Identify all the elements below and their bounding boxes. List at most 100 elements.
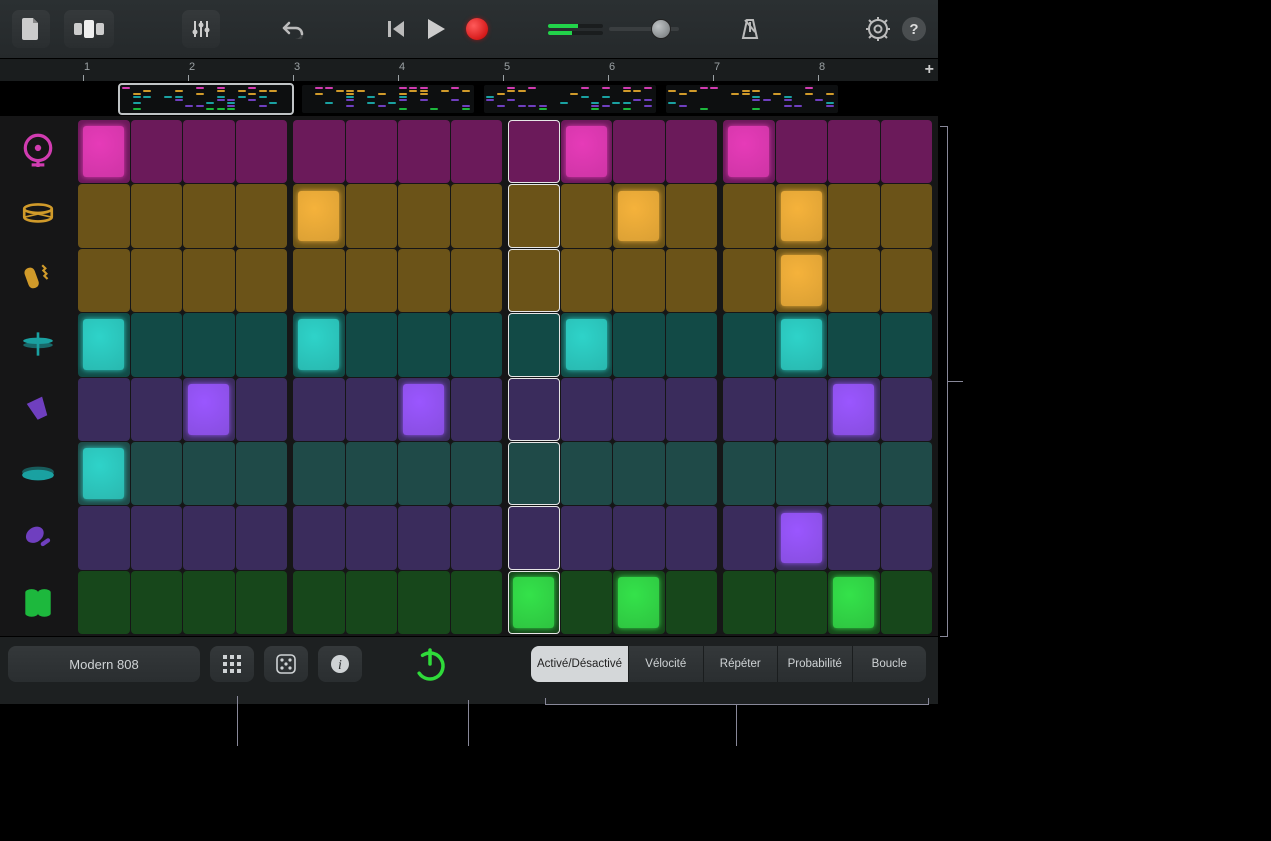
step-cell[interactable] bbox=[78, 378, 130, 441]
step-cell[interactable] bbox=[236, 184, 288, 247]
step-cell[interactable] bbox=[398, 378, 450, 441]
library-button[interactable] bbox=[12, 10, 50, 48]
step-cell[interactable] bbox=[508, 120, 560, 183]
step-cell[interactable] bbox=[776, 442, 828, 505]
step-cell[interactable] bbox=[131, 249, 183, 312]
step-cell[interactable] bbox=[561, 571, 613, 634]
step-cell[interactable] bbox=[346, 442, 398, 505]
step-cell[interactable] bbox=[723, 313, 775, 376]
power-button[interactable] bbox=[372, 644, 487, 684]
step-cell[interactable] bbox=[828, 120, 880, 183]
step-cell[interactable] bbox=[293, 313, 345, 376]
step-cell[interactable] bbox=[613, 313, 665, 376]
step-cell[interactable] bbox=[881, 313, 933, 376]
step-cell[interactable] bbox=[666, 378, 718, 441]
step-cell[interactable] bbox=[666, 506, 718, 569]
step-cell[interactable] bbox=[508, 249, 560, 312]
step-cell[interactable] bbox=[183, 249, 235, 312]
step-cell[interactable] bbox=[776, 506, 828, 569]
step-cell[interactable] bbox=[881, 249, 933, 312]
step-cell[interactable] bbox=[346, 506, 398, 569]
step-cell[interactable] bbox=[723, 120, 775, 183]
step-cell[interactable] bbox=[451, 378, 503, 441]
step-cell[interactable] bbox=[451, 184, 503, 247]
step-cell[interactable] bbox=[723, 184, 775, 247]
segment-1[interactable]: Vélocité bbox=[628, 646, 703, 682]
track-snare[interactable] bbox=[0, 181, 76, 246]
step-cell[interactable] bbox=[561, 313, 613, 376]
track-cowbell[interactable] bbox=[0, 376, 76, 441]
step-cell[interactable] bbox=[451, 120, 503, 183]
step-cell[interactable] bbox=[666, 571, 718, 634]
step-cell[interactable] bbox=[828, 378, 880, 441]
step-cell[interactable] bbox=[293, 184, 345, 247]
step-cell[interactable] bbox=[561, 506, 613, 569]
step-cell[interactable] bbox=[881, 378, 933, 441]
step-cell[interactable] bbox=[561, 378, 613, 441]
pattern-thumbnail[interactable] bbox=[666, 85, 838, 113]
step-cell[interactable] bbox=[236, 378, 288, 441]
step-cell[interactable] bbox=[183, 184, 235, 247]
step-cell[interactable] bbox=[293, 506, 345, 569]
step-cell[interactable] bbox=[508, 184, 560, 247]
step-cell[interactable] bbox=[776, 120, 828, 183]
record-button[interactable] bbox=[466, 18, 488, 40]
step-cell[interactable] bbox=[131, 378, 183, 441]
randomize-button[interactable] bbox=[264, 646, 308, 682]
track-clap[interactable] bbox=[0, 246, 76, 311]
step-cell[interactable] bbox=[398, 313, 450, 376]
step-cell[interactable] bbox=[346, 571, 398, 634]
segment-3[interactable]: Probabilité bbox=[777, 646, 852, 682]
step-cell[interactable] bbox=[183, 378, 235, 441]
step-cell[interactable] bbox=[776, 249, 828, 312]
step-cell[interactable] bbox=[236, 120, 288, 183]
step-cell[interactable] bbox=[881, 120, 933, 183]
step-cell[interactable] bbox=[561, 442, 613, 505]
segment-4[interactable]: Boucle bbox=[852, 646, 926, 682]
step-cell[interactable] bbox=[346, 313, 398, 376]
view-toggle-button[interactable] bbox=[64, 10, 114, 48]
step-cell[interactable] bbox=[508, 571, 560, 634]
step-cell[interactable] bbox=[398, 442, 450, 505]
preset-selector[interactable]: Modern 808 bbox=[8, 646, 200, 682]
step-cell[interactable] bbox=[508, 378, 560, 441]
step-cell[interactable] bbox=[293, 120, 345, 183]
step-cell[interactable] bbox=[398, 249, 450, 312]
step-cell[interactable] bbox=[613, 442, 665, 505]
step-cell[interactable] bbox=[666, 442, 718, 505]
step-cell[interactable] bbox=[293, 571, 345, 634]
step-cell[interactable] bbox=[828, 184, 880, 247]
segment-2[interactable]: Répéter bbox=[703, 646, 778, 682]
step-cell[interactable] bbox=[508, 313, 560, 376]
step-cell[interactable] bbox=[451, 442, 503, 505]
step-cell[interactable] bbox=[131, 313, 183, 376]
step-cell[interactable] bbox=[828, 442, 880, 505]
step-cell[interactable] bbox=[236, 442, 288, 505]
timeline-ruler[interactable]: 12345678 + bbox=[0, 59, 938, 82]
track-conga[interactable] bbox=[0, 571, 76, 636]
step-cell[interactable] bbox=[346, 249, 398, 312]
step-cell[interactable] bbox=[723, 378, 775, 441]
step-cell[interactable] bbox=[451, 571, 503, 634]
step-cell[interactable] bbox=[828, 313, 880, 376]
step-cell[interactable] bbox=[131, 571, 183, 634]
help-button[interactable]: ? bbox=[902, 17, 926, 41]
step-cell[interactable] bbox=[828, 506, 880, 569]
step-cell[interactable] bbox=[293, 442, 345, 505]
step-cell[interactable] bbox=[293, 378, 345, 441]
step-cell[interactable] bbox=[78, 442, 130, 505]
step-cell[interactable] bbox=[398, 506, 450, 569]
step-cell[interactable] bbox=[131, 120, 183, 183]
track-rim[interactable] bbox=[0, 441, 76, 506]
track-kick[interactable] bbox=[0, 116, 76, 181]
step-cell[interactable] bbox=[613, 120, 665, 183]
step-cell[interactable] bbox=[346, 378, 398, 441]
volume-slider[interactable] bbox=[609, 27, 679, 31]
step-cell[interactable] bbox=[236, 506, 288, 569]
mixer-button[interactable] bbox=[182, 10, 220, 48]
step-cell[interactable] bbox=[508, 442, 560, 505]
step-cell[interactable] bbox=[613, 506, 665, 569]
step-cell[interactable] bbox=[183, 506, 235, 569]
step-cell[interactable] bbox=[398, 184, 450, 247]
step-cell[interactable] bbox=[776, 184, 828, 247]
